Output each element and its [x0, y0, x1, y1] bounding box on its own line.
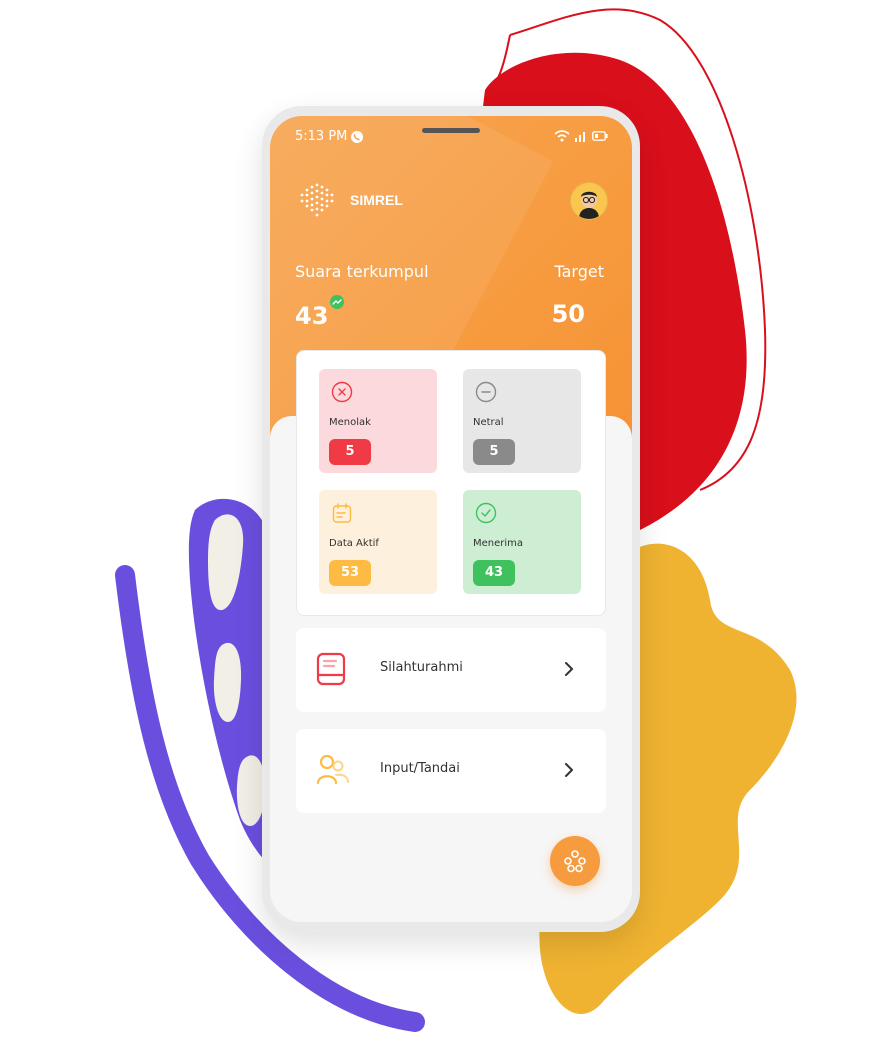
- stat-label: Menerima: [473, 538, 524, 549]
- menu-item-label: Silahturahmi: [380, 660, 463, 675]
- whatsapp-icon: [350, 129, 364, 148]
- collected-votes-value: 43: [295, 302, 329, 330]
- wifi-icon: [554, 130, 570, 142]
- neutral-icon: [475, 381, 497, 407]
- target-label: Target: [554, 262, 605, 281]
- signal-icon: [575, 132, 585, 142]
- trend-up-icon: [330, 294, 344, 313]
- floating-action-button[interactable]: [550, 836, 600, 886]
- accept-icon: [475, 502, 497, 528]
- status-time: 5:13 PM: [295, 129, 348, 144]
- stat-value-badge: 53: [329, 560, 371, 586]
- users-icon: [316, 753, 350, 791]
- target-value: 50: [551, 300, 585, 328]
- stat-value-badge: 43: [473, 560, 515, 586]
- status-icons: [554, 130, 608, 142]
- stat-label: Menolak: [329, 417, 371, 428]
- stat-tile-menolak[interactable]: Menolak 5: [319, 369, 437, 473]
- app-screen: 5:13 PM SIMREL Suara terkumpul Target 43…: [270, 116, 632, 922]
- app-logo-icon: [298, 182, 336, 222]
- chevron-right-icon: [564, 661, 574, 680]
- calendar-icon: [331, 502, 353, 528]
- stat-value-badge: 5: [329, 439, 371, 465]
- book-icon: [316, 652, 346, 690]
- phone-frame: 5:13 PM SIMREL Suara terkumpul Target 43…: [262, 106, 640, 932]
- chevron-right-icon: [564, 762, 574, 781]
- battery-icon: [592, 131, 608, 141]
- stats-card: Menolak 5 Netral 5 Data Aktif 53 Menerim…: [296, 350, 606, 616]
- app-title: SIMREL: [350, 192, 403, 208]
- menu-item-input-tandai[interactable]: Input/Tandai: [296, 729, 606, 813]
- speaker-notch: [422, 128, 480, 133]
- reject-icon: [331, 381, 353, 407]
- menu-item-silahturahmi[interactable]: Silahturahmi: [296, 628, 606, 712]
- stat-value-badge: 5: [473, 439, 515, 465]
- stat-label: Netral: [473, 417, 504, 428]
- stat-label: Data Aktif: [329, 538, 379, 549]
- avatar[interactable]: [570, 182, 608, 220]
- stat-tile-data-aktif[interactable]: Data Aktif 53: [319, 490, 437, 594]
- collected-votes-label: Suara terkumpul: [295, 262, 429, 281]
- stat-tile-netral[interactable]: Netral 5: [463, 369, 581, 473]
- menu-item-label: Input/Tandai: [380, 761, 460, 776]
- group-icon: [564, 850, 586, 873]
- stat-tile-menerima[interactable]: Menerima 43: [463, 490, 581, 594]
